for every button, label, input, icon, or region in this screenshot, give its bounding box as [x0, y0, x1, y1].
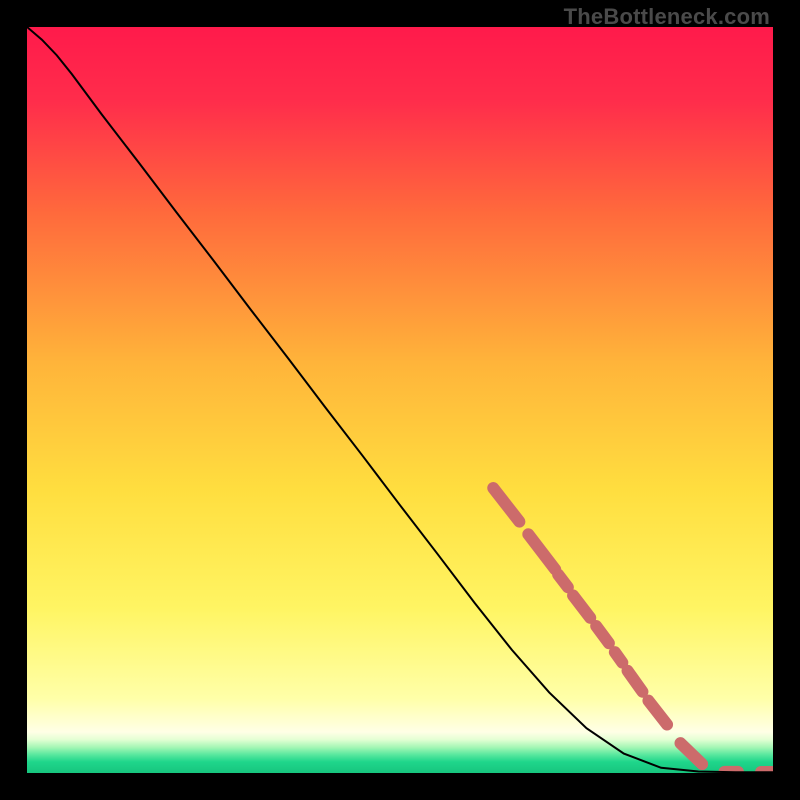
chart-svg: [27, 27, 773, 773]
watermark-text: TheBottleneck.com: [564, 4, 770, 30]
dash-segment: [558, 575, 568, 588]
dash-segment: [615, 652, 622, 662]
chart-frame: [27, 27, 773, 773]
plot-background: [27, 27, 773, 773]
